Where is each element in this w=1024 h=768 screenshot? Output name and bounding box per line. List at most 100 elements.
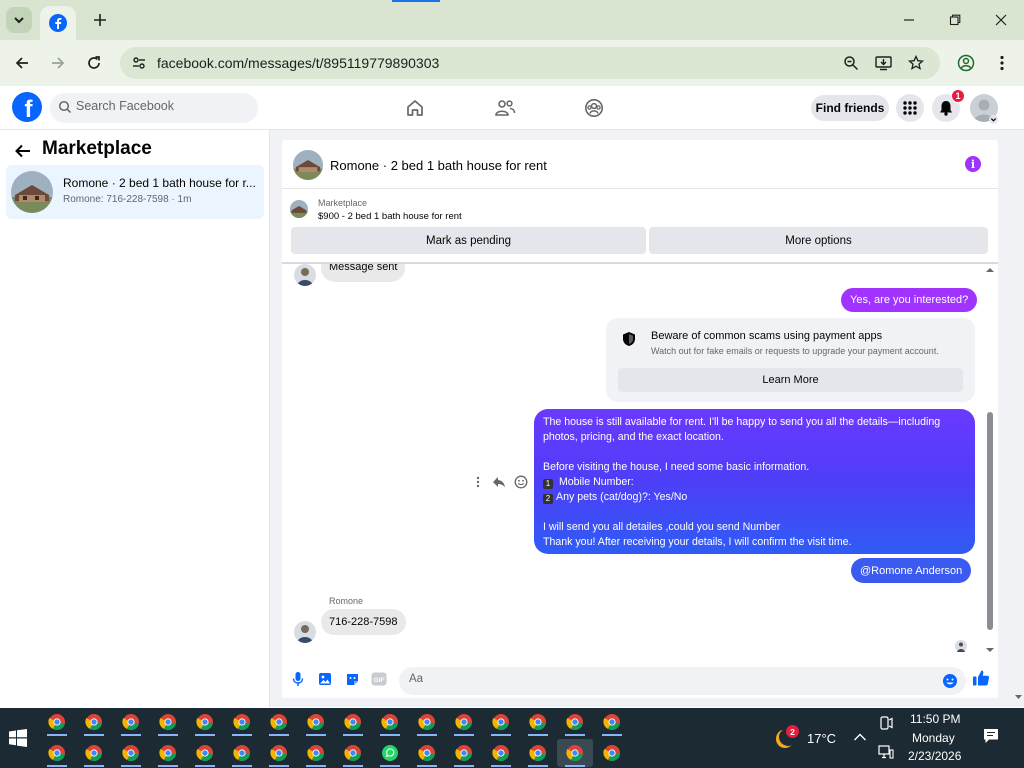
taskbar-app-button[interactable] <box>150 739 186 767</box>
taskbar-app-button[interactable] <box>594 708 630 736</box>
nav-groups[interactable] <box>580 94 608 122</box>
chat-listing-avatar[interactable] <box>293 150 323 180</box>
tab-search-button[interactable] <box>6 7 32 33</box>
taskbar-app-button[interactable] <box>446 739 482 767</box>
taskbar-app-button[interactable] <box>409 708 445 736</box>
menu-button[interactable] <box>896 94 924 122</box>
smiley-icon[interactable] <box>514 475 528 489</box>
taskbar-app-button[interactable] <box>335 739 371 767</box>
browser-menu-button[interactable] <box>987 48 1017 78</box>
taskbar-app-button[interactable] <box>76 739 112 767</box>
install-app-button[interactable] <box>872 52 894 74</box>
taskbar-app-button[interactable] <box>187 739 223 767</box>
taskbar-app-button[interactable] <box>557 708 593 736</box>
taskbar-app-button[interactable] <box>224 739 260 767</box>
facebook-logo-icon[interactable]: f <box>12 92 42 123</box>
weather-temp[interactable]: 17°C <box>807 731 836 746</box>
network-icon[interactable] <box>878 745 894 759</box>
scroll-thumb[interactable] <box>987 412 993 630</box>
taskbar-app-button[interactable] <box>298 739 334 767</box>
taskbar-app-button[interactable] <box>261 708 297 736</box>
site-info-button[interactable] <box>128 52 150 74</box>
info-icon[interactable]: i <box>965 156 981 172</box>
notification-center-icon[interactable] <box>983 728 999 744</box>
mark-as-pending-button[interactable]: Mark as pending <box>291 227 646 254</box>
plus-icon <box>94 14 106 26</box>
gif-button[interactable]: GIF <box>370 670 388 688</box>
taskbar-running-indicator <box>269 734 289 736</box>
conversation-item[interactable]: Romone · 2 bed 1 bath house for r... Rom… <box>6 165 264 219</box>
more-options-button[interactable]: More options <box>649 227 988 254</box>
scam-warning-subtitle: Watch out for fake emails or requests to… <box>651 346 939 356</box>
taskbar-app-button[interactable] <box>224 708 260 736</box>
learn-more-button[interactable]: Learn More <box>618 368 963 392</box>
restore-button[interactable] <box>940 6 970 34</box>
taskbar-app-button[interactable] <box>520 739 556 767</box>
clock-time[interactable]: 11:50 PM <box>910 712 960 726</box>
taskbar-app-button[interactable] <box>446 708 482 736</box>
browser-tab-facebook[interactable] <box>40 6 76 40</box>
taskbar-app-button[interactable] <box>594 739 630 767</box>
taskbar-app-button[interactable] <box>335 708 371 736</box>
taskbar-app-button[interactable] <box>39 708 75 736</box>
message-input[interactable] <box>409 673 929 685</box>
taskbar-app-button[interactable] <box>520 708 556 736</box>
taskbar-app-button[interactable] <box>298 708 334 736</box>
chevron-up-icon[interactable] <box>853 732 867 742</box>
reply-icon[interactable] <box>492 476 506 488</box>
scroll-down-icon[interactable] <box>985 646 995 654</box>
address-bar[interactable]: facebook.com/messages/t/895119779890303 <box>120 47 940 79</box>
facebook-search-box[interactable] <box>50 93 258 123</box>
tune-icon <box>133 57 145 69</box>
taskbar-app-button[interactable] <box>76 708 112 736</box>
more-vertical-icon[interactable] <box>476 476 480 488</box>
reload-button[interactable] <box>79 48 109 78</box>
taskbar-app-button[interactable] <box>372 739 408 767</box>
taskbar-app-button[interactable] <box>483 739 519 767</box>
back-button[interactable] <box>7 48 37 78</box>
profile-button[interactable] <box>951 48 981 78</box>
taskbar-app-button[interactable] <box>372 708 408 736</box>
back-arrow-button[interactable] <box>12 140 34 162</box>
zoom-button[interactable] <box>840 52 862 74</box>
search-input[interactable] <box>76 99 246 113</box>
windows-start-icon[interactable] <box>8 728 28 748</box>
close-window-button[interactable] <box>986 6 1016 34</box>
clock-day[interactable]: Monday <box>912 731 955 745</box>
send-like-button[interactable] <box>971 668 991 688</box>
taskbar-app-button[interactable] <box>150 708 186 736</box>
taskbar-app-button[interactable] <box>113 739 149 767</box>
taskbar-app-button[interactable] <box>483 708 519 736</box>
taskbar-app-button[interactable] <box>261 739 297 767</box>
listing-price-title[interactable]: $900 - 2 bed 1 bath house for rent <box>318 211 462 222</box>
meet-now-icon[interactable] <box>878 716 893 730</box>
message-input-box[interactable] <box>399 667 966 695</box>
install-icon <box>874 56 892 71</box>
scroll-up-icon[interactable] <box>985 266 995 274</box>
taskbar-app-button[interactable] <box>39 739 75 767</box>
attach-photo-button[interactable] <box>316 670 334 688</box>
emoji-icon[interactable] <box>942 673 958 689</box>
find-friends-button[interactable]: Find friends <box>811 95 889 121</box>
marketplace-listing-thumbnail[interactable] <box>290 200 308 218</box>
nav-home[interactable] <box>401 94 429 122</box>
taskbar-app-button[interactable] <box>187 708 223 736</box>
voice-clip-button[interactable] <box>289 670 307 688</box>
taskbar-app-button[interactable] <box>557 739 593 767</box>
chat-title[interactable]: Romone · 2 bed 1 bath house for rent <box>330 158 547 173</box>
forward-button[interactable] <box>43 48 73 78</box>
sticker-icon <box>346 673 358 685</box>
clock-date[interactable]: 2/23/2026 <box>908 749 961 763</box>
url-text[interactable]: facebook.com/messages/t/895119779890303 <box>157 55 439 71</box>
mention-bubble[interactable]: @Romone Anderson <box>851 558 972 583</box>
page-scroll-down-icon[interactable] <box>1013 690 1024 704</box>
taskbar-app-button[interactable] <box>409 739 445 767</box>
bookmark-button[interactable] <box>905 52 927 74</box>
message-scrollbar[interactable] <box>985 264 995 657</box>
new-tab-button[interactable] <box>88 8 112 32</box>
taskbar-app-button[interactable] <box>113 708 149 736</box>
friends-icon <box>495 100 516 116</box>
sticker-button[interactable] <box>343 670 361 688</box>
minimize-button[interactable] <box>894 6 924 34</box>
nav-friends[interactable] <box>491 94 519 122</box>
